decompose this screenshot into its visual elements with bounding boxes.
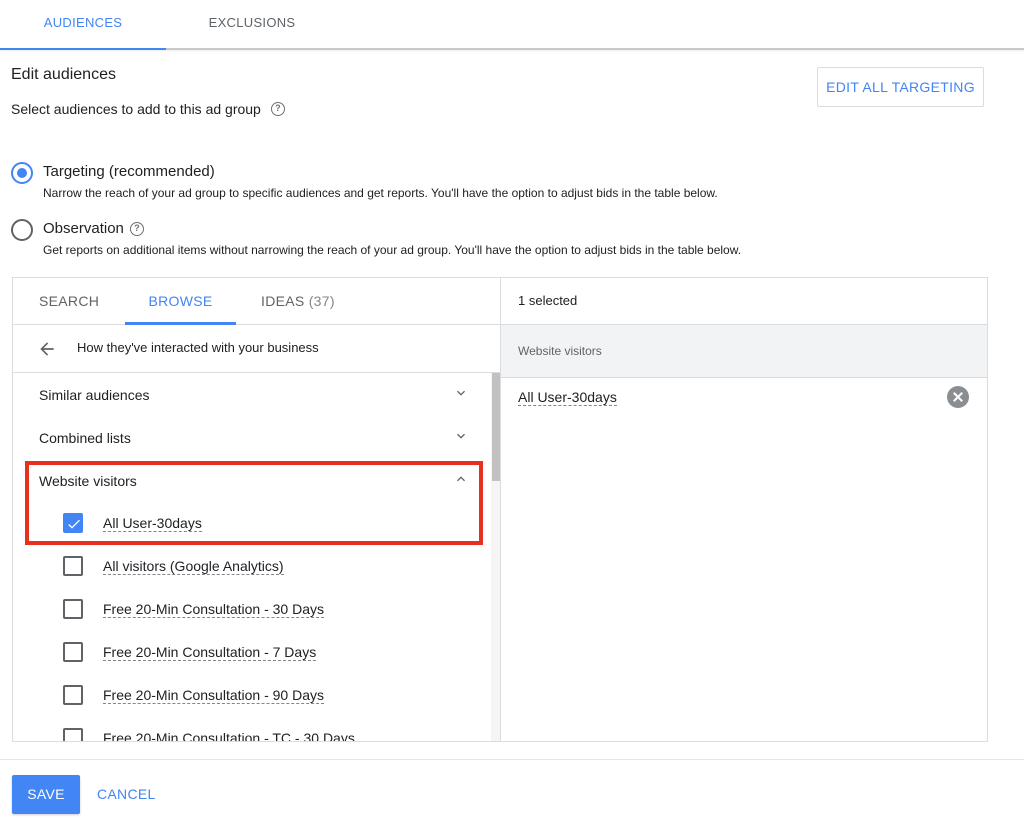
- checkbox-consultation-30[interactable]: [63, 599, 83, 619]
- list-item: Free 20-Min Consultation - 90 Days: [13, 674, 491, 717]
- list-item: Free 20-Min Consultation - TC - 30 Days: [13, 717, 491, 741]
- audience-label[interactable]: Free 20-Min Consultation - 30 Days: [103, 601, 324, 618]
- radio-targeting-label: Targeting (recommended): [43, 163, 215, 180]
- breadcrumb-text: How they've interacted with your busines…: [77, 340, 319, 355]
- group-similar-audiences[interactable]: Similar audiences: [13, 373, 491, 416]
- footer-divider: [0, 759, 1024, 760]
- tab-ideas[interactable]: IDEAS (37): [261, 278, 335, 324]
- top-tab-bar: AUDIENCES EXCLUSIONS: [0, 0, 1024, 50]
- browse-pane: SEARCH BROWSE IDEAS (37) How they've int…: [13, 278, 501, 741]
- page-subtitle: Select audiences to add to this ad group: [11, 101, 261, 117]
- active-tab-indicator: [0, 48, 166, 50]
- radio-targeting[interactable]: [11, 162, 33, 184]
- checkbox-consultation-tc-30[interactable]: [63, 728, 83, 741]
- picker-tab-bar: SEARCH BROWSE IDEAS (37): [13, 278, 500, 325]
- observation-help-icon[interactable]: ?: [129, 221, 144, 236]
- back-arrow-icon[interactable]: [37, 339, 57, 359]
- audience-label[interactable]: Free 20-Min Consultation - 90 Days: [103, 687, 324, 704]
- selected-count: 1 selected: [501, 278, 987, 325]
- checkbox-consultation-7[interactable]: [63, 642, 83, 662]
- chevron-down-icon[interactable]: [453, 428, 469, 444]
- selected-item-label[interactable]: All User-30days: [518, 389, 617, 406]
- highlight-annotation: [25, 461, 483, 545]
- list-scrollbar-thumb[interactable]: [492, 373, 500, 481]
- audience-label[interactable]: All visitors (Google Analytics): [103, 558, 284, 575]
- audience-label[interactable]: Free 20-Min Consultation - 7 Days: [103, 644, 317, 661]
- audience-label[interactable]: Free 20-Min Consultation - TC - 30 Days: [103, 730, 355, 741]
- radio-observation[interactable]: [11, 219, 33, 241]
- edit-all-targeting-button[interactable]: EDIT ALL TARGETING: [817, 67, 984, 107]
- group-label: Similar audiences: [39, 387, 150, 403]
- checkbox-consultation-90[interactable]: [63, 685, 83, 705]
- audience-picker-panel: SEARCH BROWSE IDEAS (37) How they've int…: [12, 277, 988, 742]
- audience-list: Similar audiences Combined lists Website…: [13, 373, 500, 741]
- selected-pane: 1 selected Website visitors All User-30d…: [501, 278, 987, 741]
- tab-exclusions[interactable]: EXCLUSIONS: [166, 0, 338, 48]
- list-item: Free 20-Min Consultation - 7 Days: [13, 631, 491, 674]
- save-button[interactable]: SAVE: [12, 775, 80, 814]
- selected-group-header: Website visitors: [501, 325, 987, 378]
- tab-browse[interactable]: BROWSE: [125, 278, 236, 324]
- group-combined-lists[interactable]: Combined lists: [13, 416, 491, 459]
- tab-audiences[interactable]: AUDIENCES: [0, 0, 166, 48]
- cancel-button[interactable]: CANCEL: [97, 775, 156, 814]
- page-subtitle-row: Select audiences to add to this ad group…: [11, 101, 285, 117]
- tab-search[interactable]: SEARCH: [39, 278, 99, 324]
- help-icon[interactable]: ?: [270, 102, 285, 116]
- remove-circle-icon[interactable]: [947, 386, 969, 408]
- breadcrumb: How they've interacted with your busines…: [13, 325, 500, 373]
- chevron-down-icon[interactable]: [453, 385, 469, 401]
- list-item: Free 20-Min Consultation - 30 Days: [13, 588, 491, 631]
- radio-observation-label: Observation ?: [43, 220, 144, 237]
- ideas-count: (37): [308, 293, 335, 309]
- radio-targeting-description: Narrow the reach of your ad group to spe…: [43, 186, 718, 200]
- page-title: Edit audiences: [11, 66, 116, 83]
- radio-observation-description: Get reports on additional items without …: [43, 243, 742, 257]
- checkbox-all-visitors-ga[interactable]: [63, 556, 83, 576]
- list-item: All visitors (Google Analytics): [13, 545, 491, 588]
- group-label: Combined lists: [39, 430, 131, 446]
